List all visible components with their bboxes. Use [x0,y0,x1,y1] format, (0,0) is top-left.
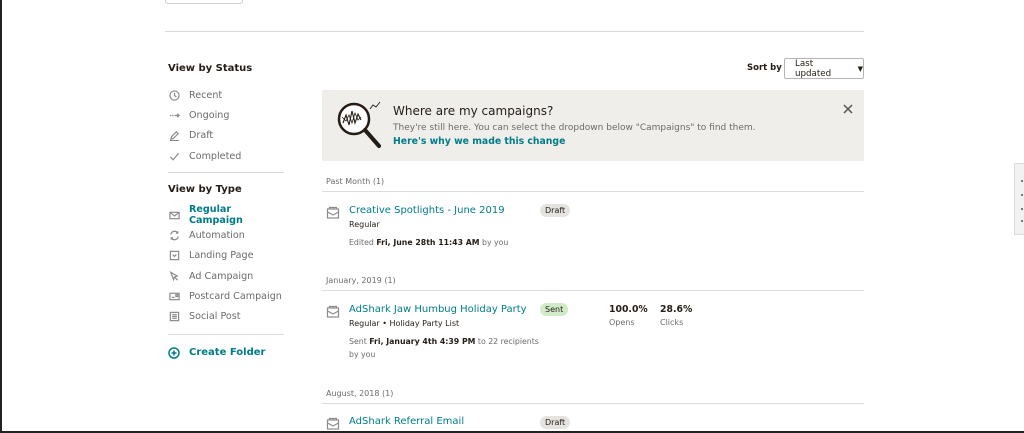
sidebar-item-completed[interactable]: Completed [168,146,284,166]
close-icon[interactable] [842,100,854,114]
sidebar-item-regular-campaign[interactable]: Regular Campaign [168,204,284,227]
group-heading: August, 2018 (1) [326,389,394,398]
clock-icon [168,89,180,101]
campaign-title-link[interactable]: Creative Spotlights - June 2019 [349,205,505,216]
campaign-type: Regular • Holiday Party List [349,319,460,328]
sidebar-item-label: Automation [189,230,245,242]
campaign-row: AdShark Referral Email Draft [326,416,864,431]
envelope-icon [168,209,180,221]
campaign-meta: Edited Fri, June 28th 11:43 AM by you [349,238,509,247]
type-heading: View by Type [168,184,242,196]
sidebar: View by Status Recent Ongoing Draft Comp… [168,62,284,359]
campaign-type: Regular [349,220,380,229]
chevron-down-icon: ▼ [857,64,863,73]
sidebar-item-draft[interactable]: Draft [168,126,284,146]
sidebar-item-label: Ongoing [189,109,230,121]
opens-stat: 100.0% Opens [609,304,648,327]
clicks-value: 28.6% [660,304,693,315]
sidebar-item-label: Postcard Campaign [189,291,282,303]
status-heading: View by Status [168,63,253,74]
create-folder-label: Create Folder [189,347,266,359]
sidebar-item-label: Completed [189,150,242,162]
campaign-meta: Sent Fri, January 4th 4:39 PM to 22 reci… [349,337,539,359]
info-banner: Where are my campaigns? They're still he… [322,90,864,161]
sidebar-item-postcard-campaign[interactable]: Postcard Campaign [168,286,284,306]
sidebar-item-label: Social Post [189,311,241,323]
campaign-envelope-icon [326,205,340,219]
sidebar-item-recent[interactable]: Recent [168,85,284,105]
refresh-icon [168,230,180,242]
opens-value: 100.0% [609,304,648,315]
campaign-title-link[interactable]: AdShark Referral Email [349,416,464,427]
status-badge: Draft [540,204,571,217]
status-badge: Draft [540,416,571,429]
sidebar-item-automation[interactable]: Automation [168,225,284,245]
sort-label: Sort by [747,63,782,73]
postcard-icon [168,291,180,303]
group-heading: Past Month (1) [326,177,385,186]
banner-body: They're still here. You can select the d… [393,123,756,133]
banner-title: Where are my campaigns? [393,104,554,118]
banner-link[interactable]: Here's why we made this change [393,136,565,147]
clicks-stat: 28.6% Clicks [660,304,692,327]
campaign-title-link[interactable]: AdShark Jaw Humbug Holiday Party [349,304,527,315]
header-divider [165,31,864,32]
landing-page-icon [168,250,180,262]
group-divider [322,290,864,291]
sidebar-item-ad-campaign[interactable]: Ad Campaign [168,266,284,286]
sidebar-item-label: Landing Page [189,250,254,262]
sidebar-item-landing-page[interactable]: Landing Page [168,246,284,266]
clicks-label: Clicks [660,318,684,327]
group-divider [322,403,864,404]
social-post-icon [168,311,180,323]
cursor-icon [168,270,180,282]
top-button[interactable] [165,0,243,4]
sidebar-item-social-post[interactable]: Social Post [168,307,284,327]
sidebar-item-label: Recent [189,89,223,101]
sidebar-item-label: Regular Campaign [189,204,243,227]
opens-label: Opens [609,318,635,327]
check-icon [168,150,180,162]
plus-circle-icon [168,347,180,359]
campaign-envelope-icon [326,304,340,318]
campaign-envelope-icon [326,416,340,430]
pencil-icon [168,130,180,142]
group-heading: January, 2019 (1) [326,276,396,285]
window-left-edge [0,0,2,433]
create-folder-button[interactable]: Create Folder [168,347,284,359]
status-badge: Sent [540,303,569,316]
magnifier-chart-icon [337,101,381,148]
sidebar-item-ongoing[interactable]: Ongoing [168,105,284,125]
sidebar-item-label: Ad Campaign [189,270,254,282]
sort-selected-value: Last updated [795,58,832,79]
sort-dropdown[interactable]: Last updated ▼ [784,58,864,79]
group-divider [322,191,864,192]
feedback-tab[interactable] [1014,163,1024,235]
arrow-right-icon [168,109,180,121]
sidebar-item-label: Draft [189,130,214,142]
